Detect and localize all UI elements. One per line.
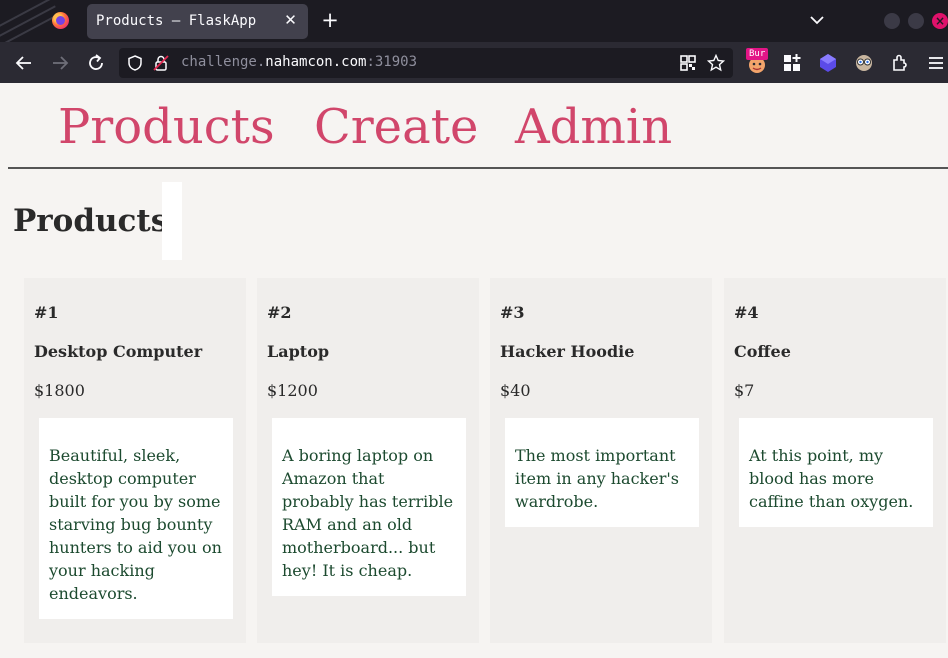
url-port: :31903: [366, 54, 418, 70]
nav-link-create[interactable]: Create: [314, 99, 478, 155]
bookmark-star-icon[interactable]: [707, 54, 725, 72]
product-price: $40: [500, 381, 531, 400]
product-id: #2: [267, 303, 292, 322]
close-window-button[interactable]: ×: [932, 13, 948, 29]
close-tab-icon[interactable]: ✕: [282, 12, 299, 29]
back-arrow-icon[interactable]: [13, 52, 35, 74]
product-price: $1200: [267, 381, 318, 400]
wappalyzer-extension-icon[interactable]: [853, 52, 875, 74]
product-description: At this point, my blood has more caffine…: [739, 418, 933, 527]
site-navigation: Products Create Admin: [8, 83, 948, 169]
qr-code-icon[interactable]: [679, 54, 697, 72]
title-highlight-box: [162, 182, 182, 260]
burp-badge: Bur: [746, 48, 769, 60]
tracking-shield-icon[interactable]: [126, 54, 144, 72]
product-id: #1: [34, 303, 59, 322]
product-description: A boring laptop on Amazon that probably …: [272, 418, 466, 596]
url-prefix: challenge.: [181, 54, 266, 70]
address-bar[interactable]: challenge.nahamcon.com:31903: [119, 48, 733, 78]
product-name: Desktop Computer: [34, 342, 203, 361]
product-price: $1800: [34, 381, 85, 400]
browser-tab-active[interactable]: Products – FlaskApp ✕: [87, 4, 308, 39]
tab-list-chevron-icon[interactable]: [808, 11, 826, 29]
app-menu-icon[interactable]: [925, 52, 947, 74]
page-title: Products: [13, 203, 169, 239]
maximize-window-button[interactable]: [908, 13, 924, 29]
purple-cube-extension-icon[interactable]: [817, 52, 839, 74]
product-card: #2 Laptop $1200 A boring laptop on Amazo…: [257, 278, 479, 643]
product-card: #1 Desktop Computer $1800 Beautiful, sle…: [24, 278, 246, 643]
product-card: #3 Hacker Hoodie $40 The most important …: [490, 278, 712, 643]
url-host: nahamcon.com: [265, 54, 367, 70]
product-name: Laptop: [267, 342, 330, 361]
insecure-lock-icon[interactable]: [152, 54, 170, 72]
tab-title: Products – FlaskApp: [96, 13, 257, 29]
extensions-puzzle-icon[interactable]: [889, 52, 911, 74]
tab-bar-decoration: [0, 0, 60, 42]
product-name: Hacker Hoodie: [500, 342, 635, 361]
product-description: Beautiful, sleek, desktop computer built…: [39, 418, 233, 619]
product-name: Coffee: [734, 342, 791, 361]
minimize-window-button[interactable]: [884, 13, 900, 29]
forward-arrow-icon[interactable]: [49, 52, 71, 74]
add-grid-extension-icon[interactable]: [781, 52, 803, 74]
product-price: $7: [734, 381, 755, 400]
reload-icon[interactable]: [85, 52, 107, 74]
product-id: #3: [500, 303, 525, 322]
new-tab-icon[interactable]: +: [319, 9, 341, 31]
product-id: #4: [734, 303, 759, 322]
product-description: The most important item in any hacker's …: [505, 418, 699, 527]
product-card: #4 Coffee $7 At this point, my blood has…: [724, 278, 946, 643]
url-text[interactable]: challenge.nahamcon.com:31903: [181, 54, 417, 70]
browser-tab-bar: Products – FlaskApp ✕ + ×: [0, 0, 948, 42]
nav-link-products[interactable]: Products: [58, 99, 275, 155]
nav-link-admin[interactable]: Admin: [515, 99, 672, 155]
firefox-logo-icon[interactable]: [52, 12, 69, 29]
browser-nav-bar: challenge.nahamcon.com:31903 Bur: [0, 42, 948, 83]
